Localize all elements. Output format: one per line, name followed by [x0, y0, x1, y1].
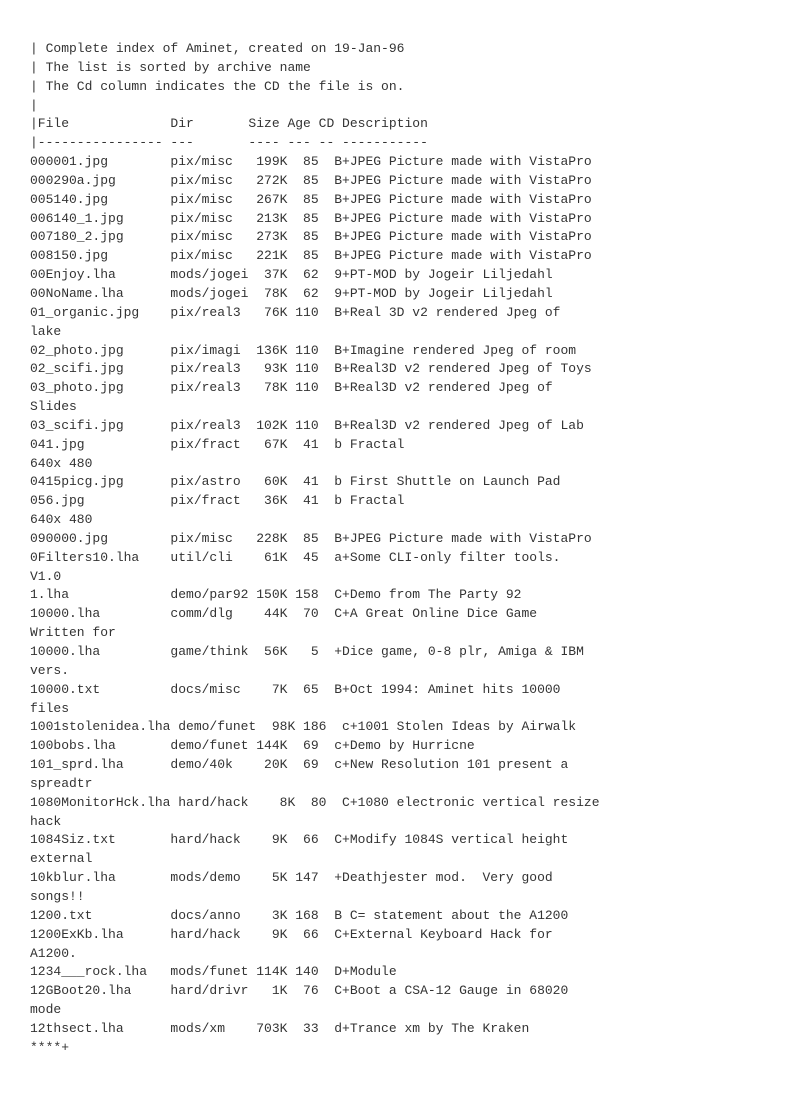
- file-listing: | Complete index of Aminet, created on 1…: [30, 40, 761, 1058]
